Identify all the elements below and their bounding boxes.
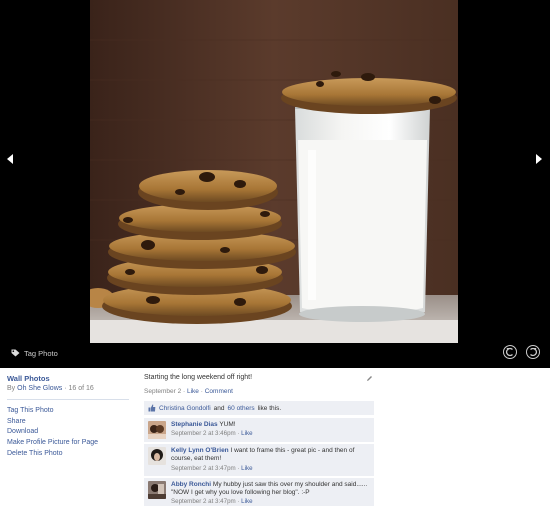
- post-content: Starting the long weekend off right! Sep…: [144, 374, 374, 506]
- comment-author-link[interactable]: Abby Ronchi: [171, 481, 211, 488]
- comment-time: September 2 at 3:47pm: [171, 464, 236, 472]
- like-link[interactable]: Like: [187, 388, 199, 395]
- comment-link[interactable]: Comment: [205, 388, 233, 395]
- photo-cookies-and-milk[interactable]: [90, 0, 458, 343]
- photo-position: · 16 of 16: [62, 385, 94, 392]
- album-title-link[interactable]: Wall Photos: [7, 374, 129, 383]
- comment-author-link[interactable]: Kelly Lynn O'Brien: [171, 447, 229, 454]
- avatar-image: [148, 447, 166, 465]
- comment-meta: September 2 at 3:47pm · Like: [171, 498, 253, 506]
- download-link[interactable]: Download: [7, 427, 129, 438]
- comment-like-link[interactable]: Like: [241, 465, 252, 472]
- post-date: September 2: [144, 388, 182, 395]
- share-link[interactable]: Share: [7, 417, 129, 428]
- avatar-image: [148, 480, 166, 499]
- comment-time: September 2 at 3:46pm: [171, 430, 236, 438]
- delete-photo-link[interactable]: Delete This Photo: [7, 449, 129, 460]
- right-arrow-icon: [536, 154, 542, 164]
- comment-meta: September 2 at 3:46pm · Like: [171, 430, 253, 438]
- likes-and: and: [213, 404, 225, 412]
- rotate-right-icon: [526, 345, 540, 359]
- avatar-image: [148, 421, 166, 439]
- photo-image: [90, 0, 458, 343]
- tag-photo-label: Tag Photo: [24, 348, 58, 358]
- likes-others-link[interactable]: 60 others: [228, 405, 255, 412]
- comment: Abby Ronchi My hubby just saw this over …: [144, 477, 374, 506]
- next-photo-button[interactable]: [534, 153, 544, 165]
- likes-summary: Christina Gondolfi and 60 others like th…: [144, 401, 374, 415]
- photo-viewer: Tag Photo: [0, 0, 550, 368]
- comment-author-link[interactable]: Stephanie Dias: [171, 421, 218, 428]
- comment-body: Stephanie Dias YUM! September 2 at 3:46p…: [171, 421, 253, 439]
- comment-like-link[interactable]: Like: [241, 498, 252, 505]
- thumbs-up-icon: [148, 404, 156, 412]
- comment-like-link[interactable]: Like: [241, 430, 252, 437]
- author-link[interactable]: Oh She Glows: [17, 385, 62, 392]
- comment: Stephanie Dias YUM! September 2 at 3:46p…: [144, 418, 374, 442]
- comment-body: Abby Ronchi My hubby just saw this over …: [171, 481, 370, 506]
- liker-name-link[interactable]: Christina Gondolfi: [159, 405, 211, 412]
- likes-suffix: like this.: [257, 404, 282, 412]
- tag-this-photo-link[interactable]: Tag This Photo: [7, 406, 129, 417]
- comment: Kelly Lynn O'Brien I want to frame this …: [144, 444, 374, 476]
- left-arrow-icon: [7, 154, 13, 164]
- post-meta: September 2 · Like · Comment: [144, 388, 374, 395]
- byline: By Oh She Glows · 16 of 16: [7, 385, 129, 392]
- photo-meta-panel: Wall Photos By Oh She Glows · 16 of 16 T…: [7, 374, 129, 460]
- comment-meta: September 2 at 3:47pm · Like: [171, 464, 253, 472]
- avatar[interactable]: [148, 480, 166, 499]
- previous-photo-button[interactable]: [5, 153, 15, 165]
- rotate-left-button[interactable]: [502, 344, 518, 360]
- tag-icon: [11, 349, 20, 357]
- divider: [7, 399, 129, 400]
- tag-photo-button[interactable]: Tag Photo: [11, 347, 58, 359]
- byline-prefix: By: [7, 385, 18, 392]
- comment-body: Kelly Lynn O'Brien I want to frame this …: [171, 447, 370, 473]
- rotate-right-button[interactable]: [525, 344, 541, 360]
- make-profile-picture-link[interactable]: Make Profile Picture for Page: [7, 438, 129, 449]
- avatar[interactable]: [148, 447, 166, 465]
- avatar[interactable]: [148, 421, 166, 439]
- rotate-left-icon: [503, 345, 517, 359]
- photo-caption: Starting the long weekend off right!: [144, 374, 253, 381]
- comment-text: YUM!: [219, 421, 236, 428]
- comment-time: September 2 at 3:47pm: [171, 498, 236, 506]
